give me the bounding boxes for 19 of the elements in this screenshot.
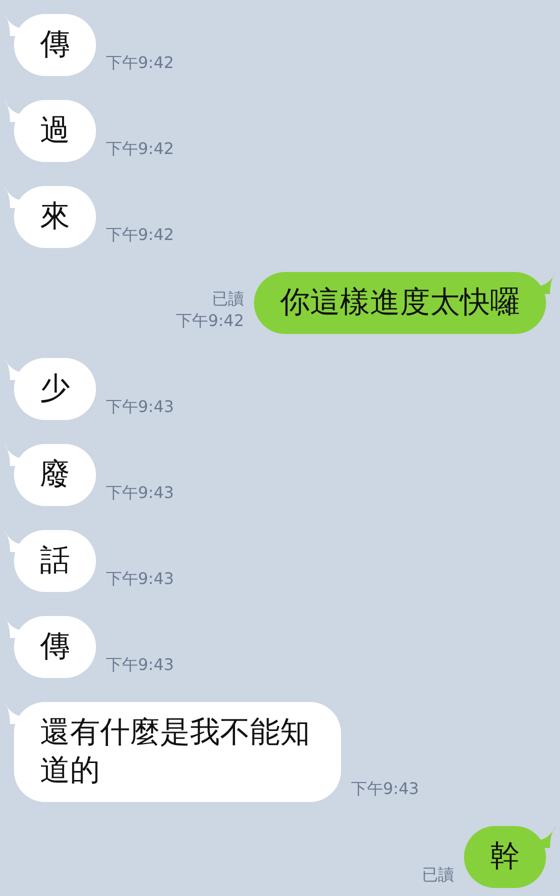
bubble-tail-icon [4,530,20,552]
bubble-tail-icon [4,14,20,36]
read-receipt: 已讀 [422,864,454,886]
bubble-tail-icon [4,702,20,724]
message-time: 下午9:43 [106,568,174,590]
message-time: 下午9:43 [106,396,174,418]
bubble-tail-icon [4,358,20,380]
bubble-tail-icon [4,616,20,638]
message-time: 下午9:43 [106,654,174,676]
bubble-tail-icon [4,186,20,208]
message-time: 下午9:42 [176,310,244,332]
message-time: 下午9:42 [106,224,174,246]
bubble-tail-icon [4,444,20,466]
message-time: 下午9:43 [351,778,419,800]
message-time: 下午9:42 [106,52,174,74]
message-time: 下午9:43 [106,482,174,504]
read-receipt: 已讀 [212,288,244,310]
message-time: 下午9:42 [106,138,174,160]
bubble-tail-icon [4,100,20,122]
